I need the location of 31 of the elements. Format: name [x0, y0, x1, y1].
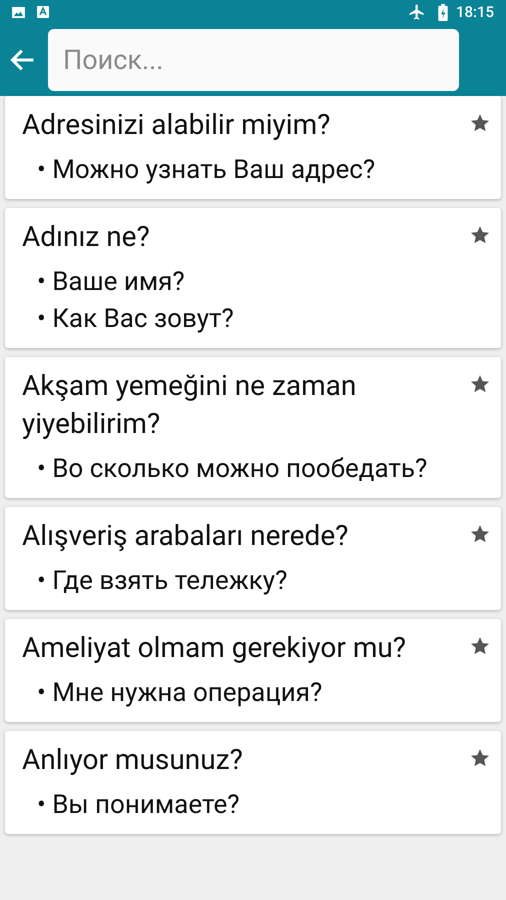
phrase-text: Anlıyor musunuz? — [22, 742, 244, 778]
phrase-card[interactable]: Anlıyor musunuz? • Вы понимаете? — [5, 731, 501, 834]
translation-text: • Во сколько можно пообедать? — [37, 453, 428, 486]
clock-time: 18:15 — [456, 2, 494, 23]
airplane-icon — [408, 3, 426, 21]
translation-text: • Как Вас зовут? — [37, 303, 235, 336]
star-icon[interactable] — [469, 224, 491, 246]
app-notification-icon — [37, 6, 49, 18]
translation-text: • Можно узнать Ваш адрес? — [37, 154, 376, 187]
translation-text: • Мне нужна операция? — [37, 677, 324, 710]
star-icon[interactable] — [469, 112, 491, 134]
image-icon — [12, 6, 25, 18]
star-icon[interactable] — [469, 373, 491, 395]
phrase-text: Adınız ne? — [22, 219, 151, 255]
phrase-text: Akşam yemeğini ne zaman yiyebilirim? — [22, 368, 358, 442]
battery-charging-icon — [438, 4, 448, 20]
star-icon[interactable] — [469, 747, 491, 769]
phrase-text: Alışveriş arabaları nerede? — [22, 518, 350, 554]
phrase-text: Ameliyat olmam gerekiyor mu? — [22, 630, 408, 666]
translation-text: • Где взять тележку? — [37, 565, 288, 598]
phrase-card[interactable]: Akşam yemeğini ne zaman yiyebilirim? • Во сколько можно пообедать? — [5, 357, 501, 498]
phrase-card[interactable]: Alışveriş arabaları nerede? • Где взять тележку? — [5, 507, 501, 610]
translation-text: • Вы понимаете? — [37, 789, 241, 822]
phrase-card[interactable]: Adresinizi alabilir miyim? • Можно узнать Ваш адрес? — [5, 96, 501, 199]
phrase-card[interactable]: Adınız ne? • Ваше имя? • Как Вас зовут? — [5, 208, 501, 348]
search-field[interactable]: Поиск... — [48, 29, 459, 91]
phrase-text: Adresinizi alabilir miyim? — [22, 107, 332, 143]
translation-text: • Ваше имя? — [37, 266, 186, 299]
star-icon[interactable] — [469, 635, 491, 657]
phrase-card[interactable]: Ameliyat olmam gerekiyor mu? • Мне нужна операция? — [5, 619, 501, 722]
star-icon[interactable] — [469, 523, 491, 545]
